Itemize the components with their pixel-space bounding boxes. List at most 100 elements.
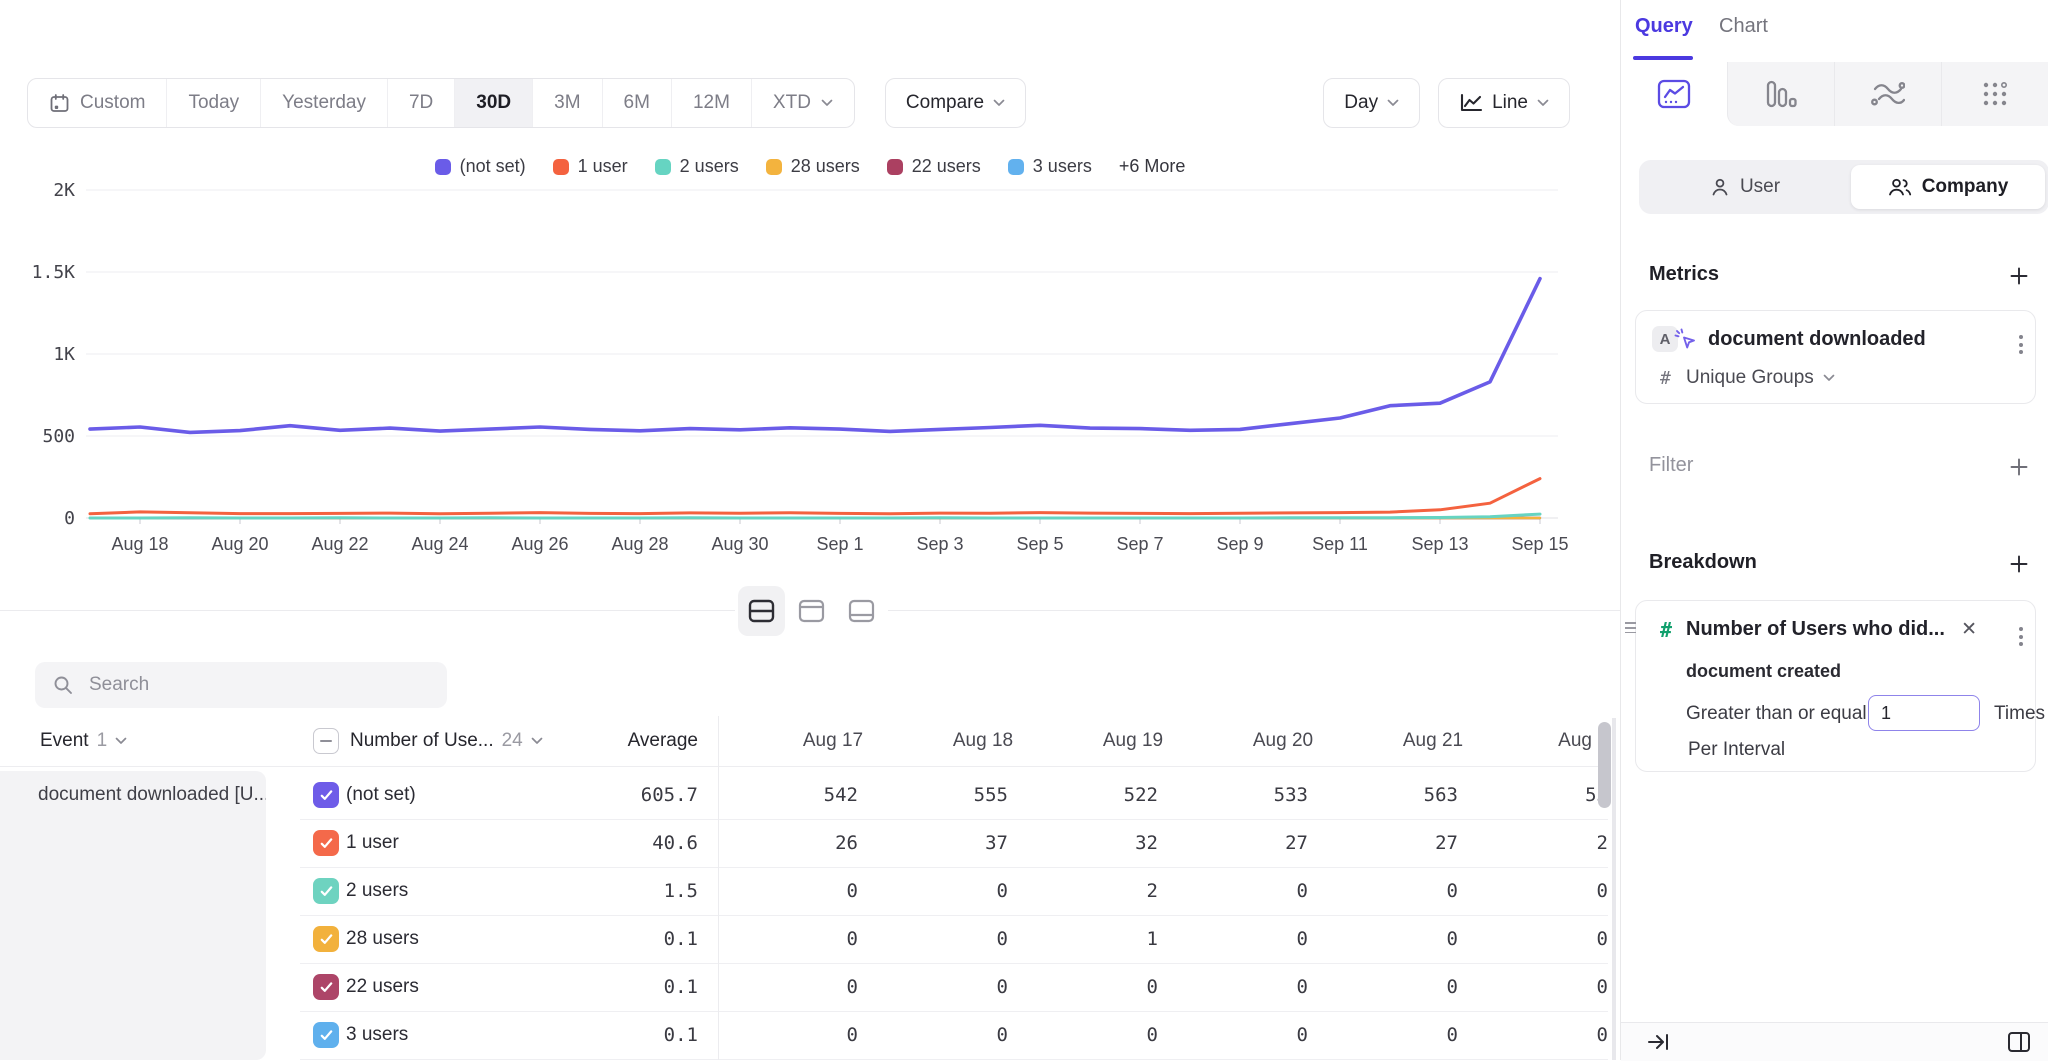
cell-value: 0 [1058,1011,1208,1059]
line-chart-icon [1459,93,1483,113]
user-icon [1710,177,1730,197]
cell-value: 0 [1208,963,1358,1011]
table-scrollbar-thumb[interactable] [1598,722,1611,808]
series-line-(not set)[interactable] [90,279,1540,433]
per-interval-label[interactable]: Per Interval [1688,739,1785,761]
row-checkbox[interactable] [313,830,339,856]
kebab-menu-icon[interactable] [2019,627,2023,646]
analysis-main-area: Custom Today Yesterday 7D 30D 3M 6M 12M … [0,0,1620,1060]
metric-card[interactable]: A document downloaded # Unique Groups [1635,310,2036,404]
chevron-down-icon [115,737,127,745]
layout-table-only-icon[interactable] [838,586,885,636]
breakdown-card[interactable]: # Number of Users who did... ✕ document … [1635,600,2036,772]
add-filter-button[interactable] [2006,454,2032,480]
event-name: document downloaded [U... [38,784,266,805]
x-axis-tick-label: Sep 7 [1116,534,1163,554]
range-xtd[interactable]: XTD [752,79,854,127]
chevron-down-icon [993,99,1005,107]
layout-chart-only-icon[interactable] [788,586,835,636]
side-panel-icon[interactable] [2007,1031,2031,1053]
drag-handle-icon[interactable] [1625,622,1636,633]
chart-type-bar-button[interactable] [1727,62,1834,126]
kebab-menu-icon[interactable] [2019,335,2023,354]
layout-split-icon[interactable] [738,586,785,636]
cell-value: 32 [1058,819,1208,867]
x-axis-tick-label: Aug 30 [711,534,768,554]
cell-value: 0 [1208,915,1358,963]
range-yesterday[interactable]: Yesterday [261,79,388,127]
range-3m[interactable]: 3M [533,79,602,127]
toggle-user[interactable]: User [1639,160,1851,214]
toggle-company[interactable]: Company [1851,165,2045,209]
chart-type-line-button[interactable] [1621,62,1727,126]
range-7d[interactable]: 7D [388,79,455,127]
compare-button[interactable]: Compare [885,78,1026,128]
cell-value: 0 [1208,867,1358,915]
tab-chart[interactable]: Chart [1719,15,1768,38]
granularity-button[interactable]: Day [1323,78,1420,128]
close-icon[interactable]: ✕ [1961,618,1977,641]
cell-value: 0 [1358,963,1508,1011]
y-axis-tick-label: 1.5K [32,262,76,283]
chevron-down-icon [1537,99,1549,107]
chart-type-flow-button[interactable] [1834,62,1941,126]
row-checkbox[interactable] [313,974,339,1000]
select-all-checkbox[interactable] [313,716,339,766]
table-row[interactable]: 2 users 1.5 0 0 2 0 0 0 [300,867,1608,916]
active-tab-underline [1633,56,1693,60]
breakdown-event[interactable]: document created [1686,661,1841,682]
x-axis-tick-label: Aug 20 [211,534,268,554]
series-label: 1 user [346,819,399,867]
table-row[interactable]: 3 users 0.1 0 0 0 0 0 0 [300,1011,1608,1060]
add-breakdown-button[interactable] [2006,551,2032,577]
event-list-item[interactable]: document downloaded [U... [0,771,266,1060]
series-column-header[interactable]: Number of Use... 24 [350,716,543,766]
series-line-1 user[interactable] [90,479,1540,514]
metric-name[interactable]: document downloaded [1708,328,1926,351]
tab-query[interactable]: Query [1635,15,1693,38]
event-column-header[interactable]: Event 1 [40,716,127,766]
row-checkbox[interactable] [313,1022,339,1048]
chevron-down-icon [821,99,833,107]
row-checkbox[interactable] [313,926,339,952]
table-row[interactable]: 28 users 0.1 0 0 1 0 0 0 [300,915,1608,964]
range-custom[interactable]: Custom [28,79,167,127]
users-icon [1888,177,1912,197]
add-metric-button[interactable] [2006,263,2032,289]
filter-heading: Filter [1649,454,1693,477]
table-row[interactable]: (not set) 605.7 542 555 522 533 563 53 [300,771,1608,820]
date-column-header: Aug 18 [908,716,1058,766]
row-checkbox[interactable] [313,782,339,808]
cell-value: 542 [758,771,908,819]
row-checkbox[interactable] [313,878,339,904]
cell-value: 0 [908,1011,1058,1059]
aggregation-selector[interactable]: Unique Groups [1686,367,1835,389]
chart-toolbar: Custom Today Yesterday 7D 30D 3M 6M 12M … [27,78,1570,128]
x-axis-tick-label: Aug 26 [511,534,568,554]
chart-type-button[interactable]: Line [1438,78,1570,128]
breakdown-condition[interactable]: Greater than or equal to [1686,703,1888,725]
times-label: Times [1994,703,2045,725]
range-6m[interactable]: 6M [603,79,672,127]
range-12m[interactable]: 12M [672,79,752,127]
chevron-down-icon [1823,374,1835,382]
cell-value: 555 [908,771,1058,819]
column-divider [718,716,719,1060]
range-30d[interactable]: 30D [455,79,533,127]
table-row[interactable]: 22 users 0.1 0 0 0 0 0 0 [300,963,1608,1012]
x-axis-tick-label: Aug 24 [411,534,468,554]
cell-value: 0 [758,963,908,1011]
x-axis-tick-label: Aug 18 [111,534,168,554]
range-today[interactable]: Today [167,79,261,127]
collapse-panel-icon[interactable] [1647,1032,1671,1052]
average-column-header: Average [560,716,698,766]
query-panel: Query Chart [1620,0,2048,1060]
search-input[interactable] [87,673,411,697]
table-scrollbar-track[interactable] [1612,718,1616,1060]
breakdown-title[interactable]: Number of Users who did... [1686,618,1945,641]
table-row[interactable]: 1 user 40.6 26 37 32 27 27 2 [300,819,1608,868]
cell-value: 0 [1358,915,1508,963]
x-axis-tick-label: Sep 15 [1511,534,1568,554]
chart-type-grid-button[interactable] [1941,62,2048,126]
times-input[interactable] [1868,695,1980,731]
